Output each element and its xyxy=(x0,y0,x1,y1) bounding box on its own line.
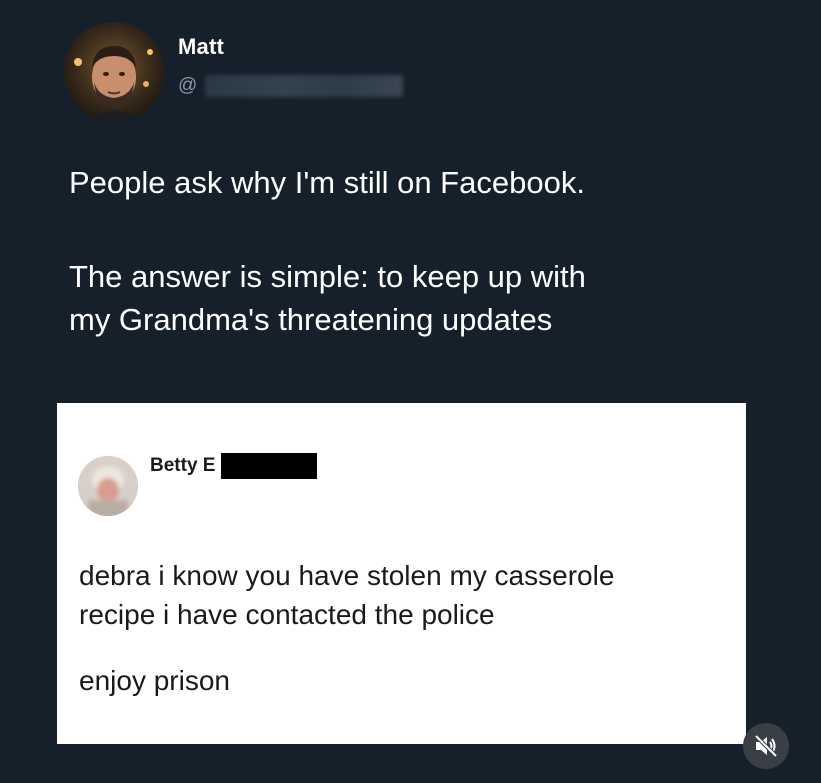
embedded-post-text-line: recipe i have contacted the police xyxy=(79,599,495,630)
tweet-text-line: People ask why I'm still on Facebook. xyxy=(69,165,585,200)
embedded-post-author: Betty E xyxy=(150,455,216,476)
embedded-post-text-line: enjoy prison xyxy=(79,665,230,696)
author-avatar-image xyxy=(64,22,164,122)
tweet-text-line: The answer is simple: to keep up with xyxy=(69,259,586,294)
tweet: Matt @ People ask why I'm still on Faceb… xyxy=(0,0,821,783)
embedded-post-text-line: debra i know you have stolen my casserol… xyxy=(79,560,615,591)
tweet-text-line: my Grandma's threatening updates xyxy=(69,302,553,337)
mute-toggle-button[interactable] xyxy=(743,723,789,769)
embedded-post-avatar xyxy=(78,456,138,516)
author-name-redaction xyxy=(221,453,317,479)
author-avatar[interactable] xyxy=(64,22,164,122)
speaker-muted-icon xyxy=(754,734,778,758)
handle-redaction xyxy=(205,75,403,97)
author-handle[interactable]: @ xyxy=(178,75,197,97)
embedded-post-screenshot[interactable]: Betty E debra i know you have stolen my … xyxy=(57,403,746,744)
embedded-avatar-image xyxy=(78,456,138,516)
author-name[interactable]: Matt xyxy=(178,34,224,60)
